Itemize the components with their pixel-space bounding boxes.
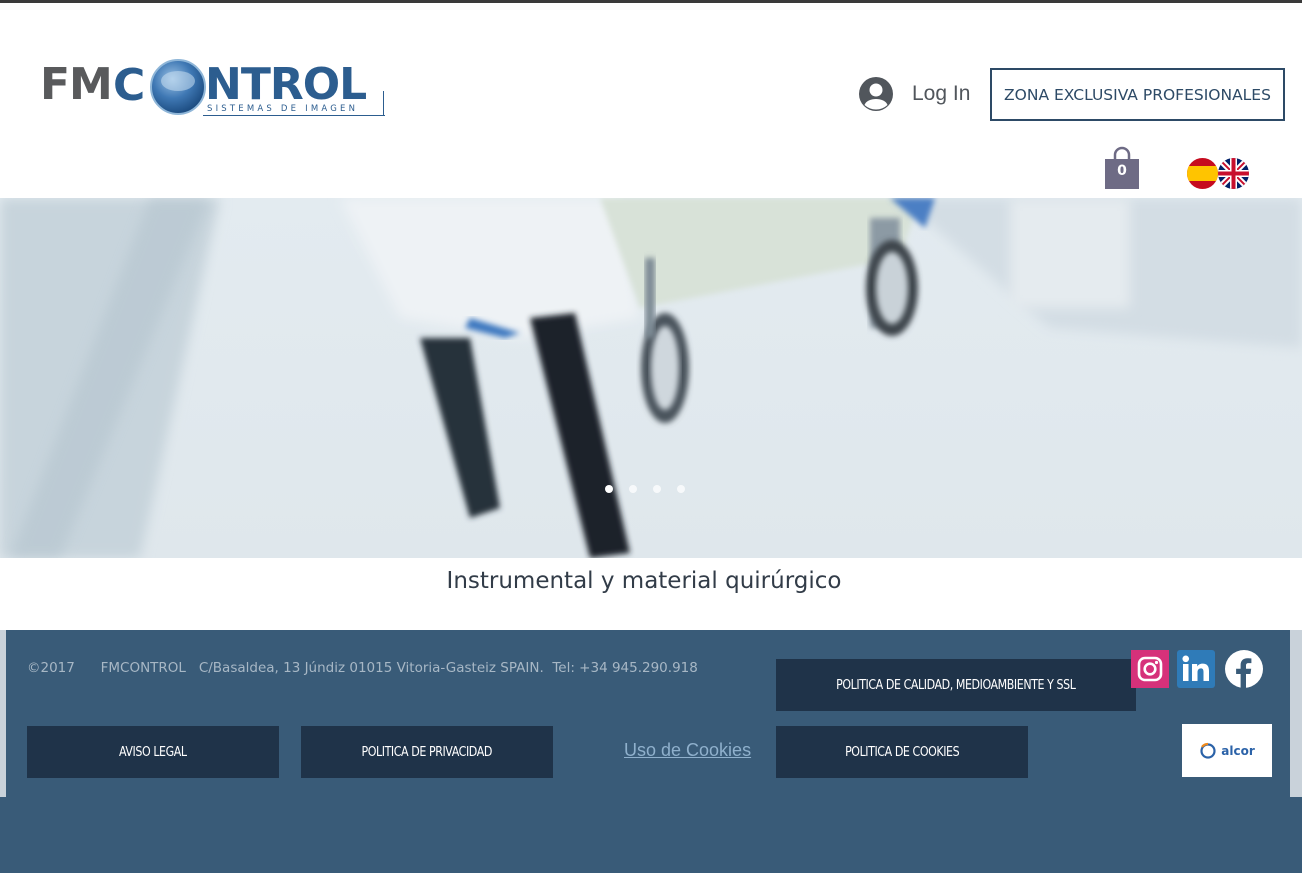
zona-profesionales-button[interactable]: ZONA EXCLUSIVA PROFESIONALES [990,68,1285,121]
logo-globe-icon [150,59,206,115]
logo-text-c: C [113,60,146,111]
footer-address: ©2017 FMCONTROL C/Basaldea, 13 Júndiz 01… [27,660,698,676]
politica-calidad-label: POLITICA DE CALIDAD, MEDIOAMBIENTE Y SSL [836,677,1076,693]
top-border [0,0,1302,3]
login-button[interactable]: Log In [858,76,970,112]
fmcontrol-logo[interactable]: FM C NTROL SISTEMAS DE IMAGEN [40,55,390,125]
spain-flag-icon [1187,158,1218,189]
instagram-link[interactable] [1131,650,1169,688]
cart-count: 0 [1117,163,1127,179]
slider-dot-2[interactable] [629,485,637,493]
slider-dot-4[interactable] [677,485,685,493]
language-en-flag[interactable] [1218,158,1249,189]
politica-cookies-label: POLITICA DE COOKIES [844,744,960,760]
slider-dot-3[interactable] [653,485,661,493]
footer-bottom-band [0,797,1302,873]
aviso-legal-button[interactable]: AVISO LEGAL [27,726,279,778]
user-avatar-icon [859,77,893,111]
politica-privacidad-button[interactable]: POLITICA DE PRIVACIDAD [301,726,553,778]
language-es-flag[interactable] [1187,158,1218,189]
politica-cookies-button[interactable]: POLITICA DE COOKIES [776,726,1028,778]
cart-button[interactable]: 0 [1104,146,1140,190]
uso-de-cookies-link[interactable]: Uso de Cookies [624,740,751,761]
footer-left-edge [0,630,6,797]
alcor-logo-text: alcor [1221,743,1255,758]
facebook-link[interactable] [1225,650,1263,688]
login-label: Log In [912,82,971,105]
alcor-logo-icon [1200,742,1216,759]
hero-slider[interactable] [0,198,1302,558]
hero-image [0,198,1302,558]
logo-tagline: SISTEMAS DE IMAGEN [207,104,359,114]
alcor-partner-logo[interactable]: alcor [1182,724,1272,777]
aviso-legal-label: AVISO LEGAL [119,744,187,760]
footer-right-edge [1290,630,1302,797]
logo-vertical-line [383,91,384,116]
uk-flag-icon [1218,158,1249,189]
linkedin-link[interactable] [1177,650,1215,688]
slider-dot-1[interactable] [605,485,613,493]
logo-text-fm: FM [40,59,113,110]
facebook-icon [1225,650,1263,688]
hero-caption: Instrumental y material quirúrgico [446,568,842,594]
politica-calidad-button[interactable]: POLITICA DE CALIDAD, MEDIOAMBIENTE Y SSL [776,659,1136,711]
linkedin-icon [1177,650,1215,688]
slider-dots [605,485,685,493]
logo-underline [203,115,385,116]
politica-privacidad-label: POLITICA DE PRIVACIDAD [361,744,493,760]
instagram-icon [1131,650,1169,688]
